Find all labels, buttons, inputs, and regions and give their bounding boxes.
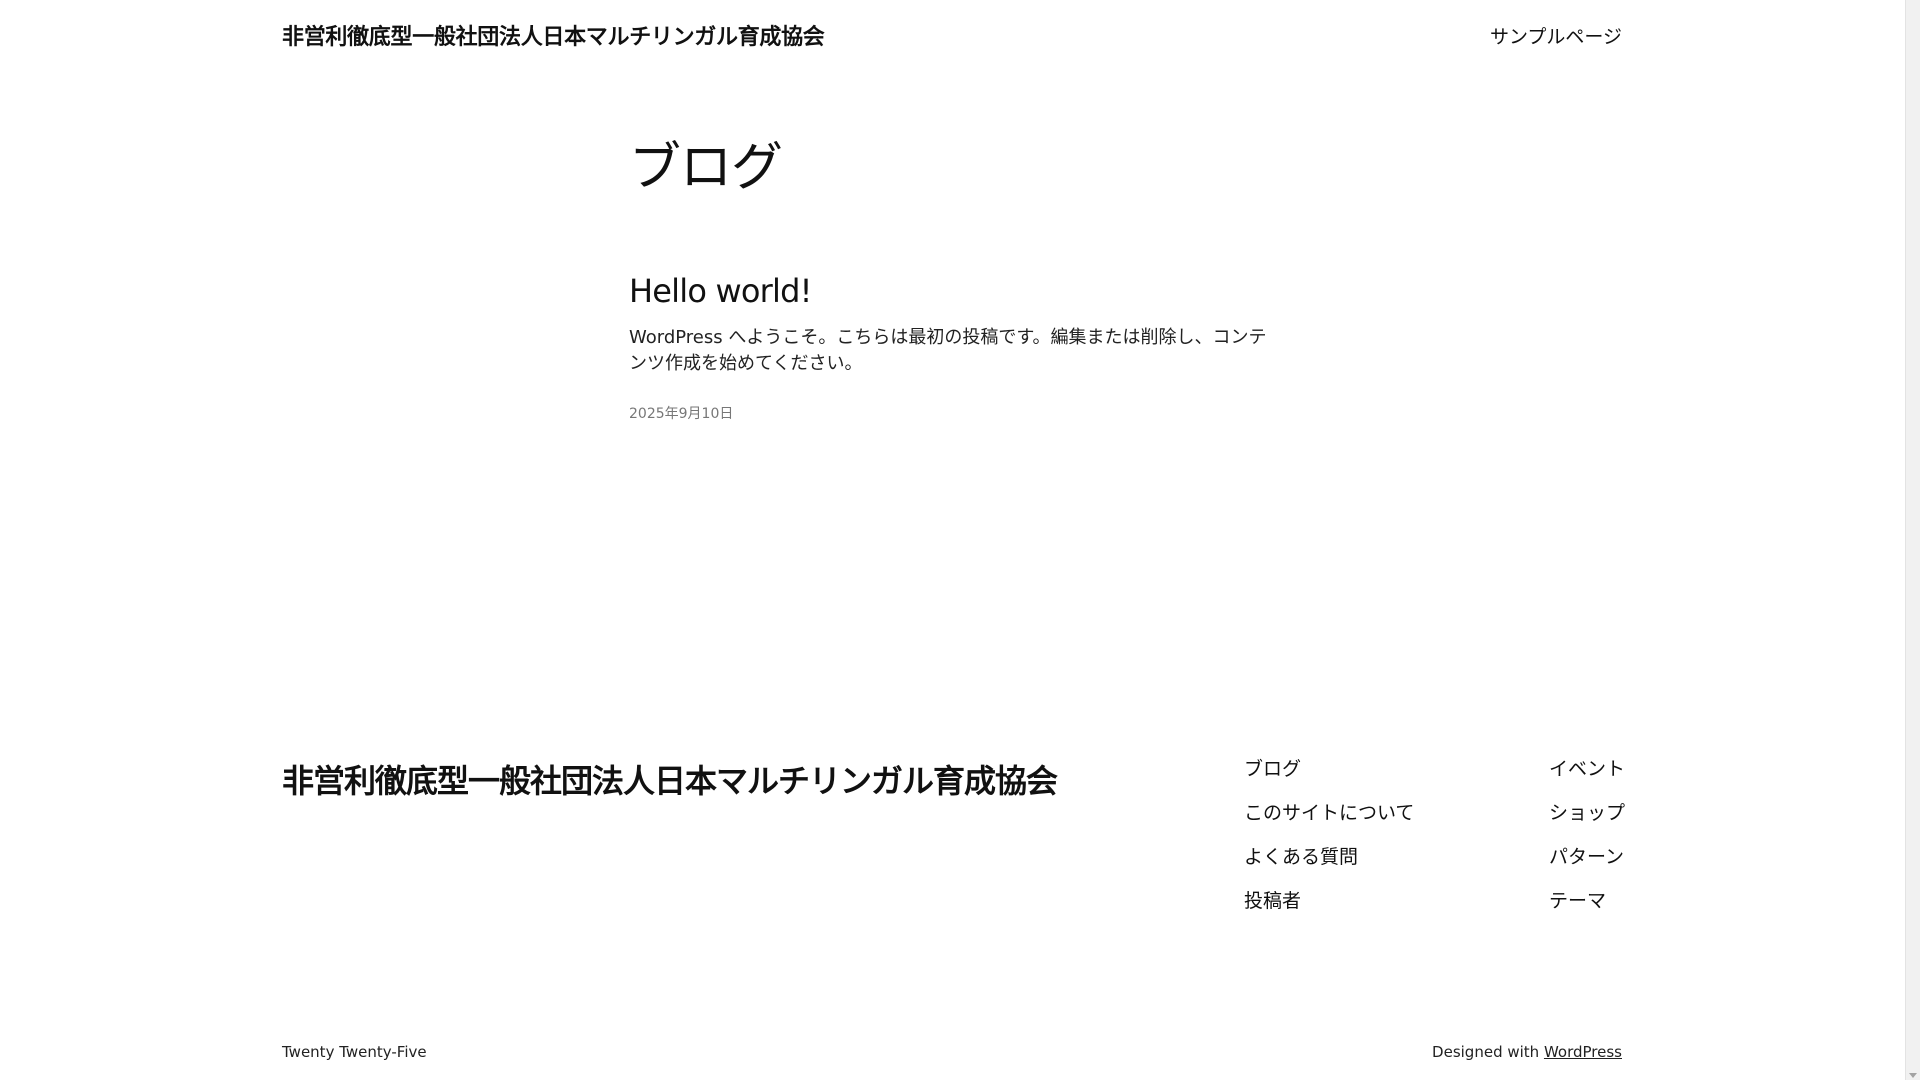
footer-nav-column-2: イベント ショップ パターン テーマ: [1549, 756, 1625, 932]
header-nav: サンプルページ: [1490, 22, 1622, 49]
footer-link-events[interactable]: イベント: [1549, 756, 1625, 800]
main-content: ブログ Hello world! WordPress へようこそ。こちらは最初の…: [629, 132, 1279, 423]
footer-site-title-link[interactable]: 非営利徹底型一般社団法人日本マルチリンガル育成協会: [282, 756, 1058, 802]
post-item: Hello world! WordPress へようこそ。こちらは最初の投稿です…: [629, 271, 1279, 423]
footer-link-blog[interactable]: ブログ: [1244, 756, 1414, 800]
footer-link-patterns[interactable]: パターン: [1549, 844, 1625, 888]
footer-nav-column-1: ブログ このサイトについて よくある質問 投稿者: [1244, 756, 1414, 932]
nav-link-sample-page[interactable]: サンプルページ: [1490, 26, 1622, 48]
page-title: ブログ: [629, 138, 783, 198]
chevron-down-icon[interactable]: [1909, 1073, 1917, 1078]
post-excerpt: WordPress へようこそ。こちらは最初の投稿です。編集または削除し、コンテ…: [629, 327, 1267, 374]
site-header: 非営利徹底型一般社団法人日本マルチリンガル育成協会 サンプルページ: [282, 20, 1622, 50]
footer-link-themes[interactable]: テーマ: [1549, 888, 1625, 932]
vertical-scrollbar[interactable]: [1905, 0, 1920, 1080]
footer-link-about[interactable]: このサイトについて: [1244, 800, 1414, 844]
designed-with-credit: Designed with WordPress: [1432, 1043, 1622, 1061]
post-title-link[interactable]: Hello world!: [629, 271, 1279, 311]
page: 非営利徹底型一般社団法人日本マルチリンガル育成協会 サンプルページ ブログ He…: [0, 0, 1905, 1080]
footer-link-shop[interactable]: ショップ: [1549, 800, 1625, 844]
wordpress-link[interactable]: WordPress: [1544, 1043, 1622, 1061]
post-date-link[interactable]: 2025年9月10日: [629, 403, 1279, 423]
theme-credit: Twenty Twenty-Five: [282, 1043, 427, 1061]
site-title-link[interactable]: 非営利徹底型一般社団法人日本マルチリンガル育成協会: [282, 19, 825, 51]
footer-link-authors[interactable]: 投稿者: [1244, 888, 1414, 932]
designed-with-text: Designed with: [1432, 1043, 1544, 1061]
footer-link-faq[interactable]: よくある質問: [1244, 844, 1414, 888]
